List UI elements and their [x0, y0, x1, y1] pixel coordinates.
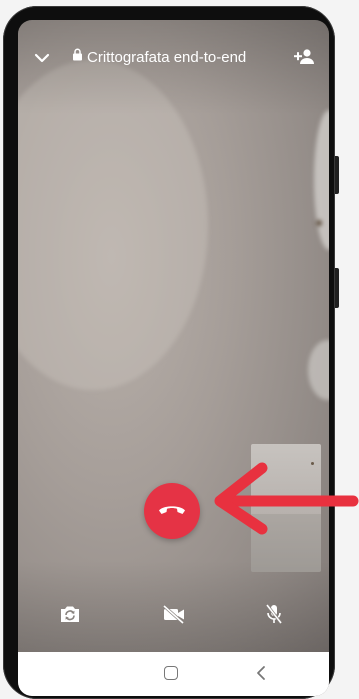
flip-camera-icon	[59, 605, 81, 628]
video-call-screen: Crittografata end-to-end	[18, 20, 329, 696]
call-title: Crittografata end-to-end	[87, 48, 247, 66]
call-controls	[18, 598, 329, 634]
mute-button[interactable]	[260, 602, 288, 630]
system-nav-bar	[18, 652, 329, 696]
back-chevron-icon[interactable]	[254, 664, 268, 682]
call-header: Crittografata end-to-end	[18, 44, 329, 72]
phone-hangup-icon	[157, 501, 187, 522]
video-toggle-button[interactable]	[160, 602, 188, 630]
flip-camera-button[interactable]	[56, 602, 84, 630]
chevron-down-icon[interactable]	[32, 48, 52, 68]
annotation-arrow	[214, 462, 359, 535]
power-button	[335, 268, 339, 308]
home-square-icon[interactable]	[164, 666, 178, 680]
add-person-icon[interactable]	[293, 47, 315, 67]
page: Crittografata end-to-end	[0, 0, 359, 699]
encryption-label: Crittografata end-to-end	[72, 48, 246, 66]
volume-button	[335, 156, 339, 194]
end-call-button[interactable]	[144, 483, 200, 539]
mic-off-icon	[264, 603, 284, 630]
lock-icon	[72, 48, 83, 66]
screen-vignette	[18, 20, 329, 696]
video-off-icon	[161, 604, 187, 629]
phone-frame: Crittografata end-to-end	[3, 6, 339, 699]
